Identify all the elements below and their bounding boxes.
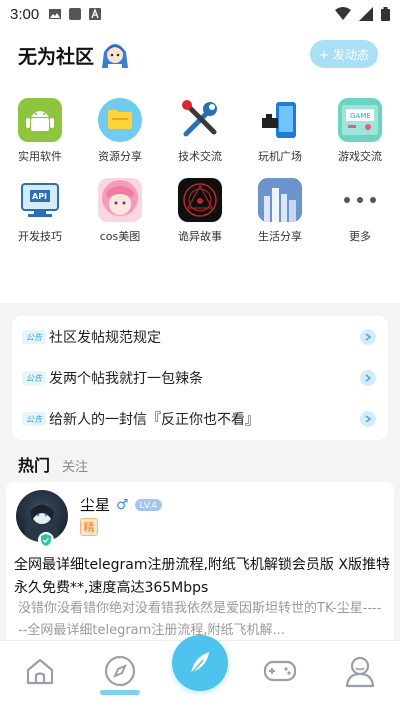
- category-item-cos[interactable]: cos美图: [80, 178, 160, 244]
- a-icon: [89, 8, 102, 20]
- category-label: 更多: [349, 230, 371, 243]
- image-icon: [49, 9, 62, 19]
- tab-hot[interactable]: 热门: [18, 452, 50, 476]
- mascot-logo-icon: [102, 44, 128, 70]
- folder-icon: [98, 98, 142, 142]
- battery-icon: [381, 7, 390, 21]
- square-icon: [69, 8, 82, 20]
- category-label: 诡异故事: [178, 230, 222, 243]
- more-icon: [338, 178, 382, 222]
- wifi-icon: [335, 7, 351, 20]
- feather-icon: [190, 652, 209, 675]
- chevron-right-icon: [360, 411, 376, 427]
- home-icon: [26, 658, 54, 685]
- occult-icon: [178, 178, 222, 222]
- category-label: cos美图: [99, 230, 141, 243]
- category-label: 玩机广场: [258, 150, 302, 163]
- android-icon: [18, 98, 62, 142]
- category-item-games[interactable]: GAME 游戏交流: [320, 98, 400, 164]
- notice-item[interactable]: 公告 社区发帖规范规定: [12, 318, 388, 356]
- tab-following[interactable]: 关注: [62, 456, 88, 475]
- notice-list: 公告 社区发帖规范规定 公告 发两个帖我就打一包辣条 公告 给新人的一封信『反正…: [12, 316, 388, 440]
- nav-discover[interactable]: [100, 651, 140, 691]
- svg-text:GAME: GAME: [350, 112, 371, 120]
- category-item-phone[interactable]: 玩机广场: [240, 98, 320, 164]
- notice-tag: 公告: [22, 412, 46, 426]
- notice-text: 给新人的一封信『反正你也不看』: [49, 412, 259, 428]
- notice-tag: 公告: [22, 371, 46, 385]
- category-label: 实用软件: [18, 150, 62, 163]
- notice-text: 社区发帖规范规定: [49, 330, 161, 346]
- category-item-utility[interactable]: 实用软件: [0, 98, 80, 164]
- api-icon: API: [18, 178, 62, 222]
- status-bar: 3:00: [0, 0, 400, 28]
- signal-icon: [359, 7, 373, 21]
- level-badge: LV.4: [134, 498, 162, 511]
- category-label: 资源分享: [98, 150, 142, 163]
- category-item-occult[interactable]: 诡异故事: [160, 178, 240, 244]
- notice-item[interactable]: 公告 给新人的一封信『反正你也不看』: [12, 400, 388, 438]
- compose-button[interactable]: [172, 635, 228, 691]
- nav-games[interactable]: [260, 651, 300, 691]
- bottom-navbar: [0, 635, 400, 711]
- post-card[interactable]: 尘星 ♂ LV.4 精 全网最详细telegram注册流程,附纸飞机解锁会员版 …: [6, 482, 394, 652]
- category-item-life[interactable]: 生活分享: [240, 178, 320, 244]
- nav-home[interactable]: [20, 651, 60, 691]
- category-item-more[interactable]: 更多: [320, 178, 400, 244]
- feed-tabs: 热门 关注: [18, 452, 88, 476]
- featured-badge: 精: [80, 518, 98, 536]
- notice-tag: 公告: [22, 330, 46, 344]
- game-icon: GAME: [338, 98, 382, 142]
- post-button[interactable]: + 发动态: [310, 40, 378, 68]
- tools-icon: [178, 98, 222, 142]
- notice-item[interactable]: 公告 发两个帖我就打一包辣条: [12, 359, 388, 397]
- verified-shield-icon: [38, 532, 54, 548]
- category-label: 技术交流: [178, 150, 222, 163]
- category-label: 开发技巧: [18, 230, 62, 243]
- cos-avatar-icon: [98, 178, 142, 222]
- nav-profile[interactable]: [340, 651, 380, 691]
- category-label: 游戏交流: [338, 150, 382, 163]
- category-label: 生活分享: [258, 230, 302, 243]
- phone-icon: [258, 98, 302, 142]
- city-icon: [258, 178, 302, 222]
- chevron-right-icon: [360, 329, 376, 345]
- category-item-dev[interactable]: API 开发技巧: [0, 178, 80, 244]
- category-item-resources[interactable]: 资源分享: [80, 98, 160, 164]
- status-time: 3:00: [10, 5, 40, 23]
- male-icon: ♂: [116, 496, 129, 513]
- notice-text: 发两个帖我就打一包辣条: [49, 371, 203, 387]
- top-panel: 无为社区 + 发动态 实用软件 资源分享 技术交流 玩机广场 GAME 游戏交流…: [0, 28, 400, 303]
- app-title: 无为社区: [18, 46, 95, 68]
- chevron-right-icon: [360, 370, 376, 386]
- category-item-tech[interactable]: 技术交流: [160, 98, 240, 164]
- post-title[interactable]: 全网最详细telegram注册流程,附纸飞机解锁会员版 X版推特 永久免费**,…: [14, 554, 390, 600]
- gamepad-icon: [263, 660, 297, 682]
- nav-active-indicator: [100, 690, 140, 695]
- author-row: 尘星 ♂ LV.4: [80, 494, 162, 515]
- user-icon: [345, 656, 375, 688]
- header: 无为社区 + 发动态: [0, 28, 400, 84]
- compass-icon: [104, 655, 136, 687]
- author-name[interactable]: 尘星: [80, 494, 110, 515]
- svg-text:API: API: [32, 192, 47, 201]
